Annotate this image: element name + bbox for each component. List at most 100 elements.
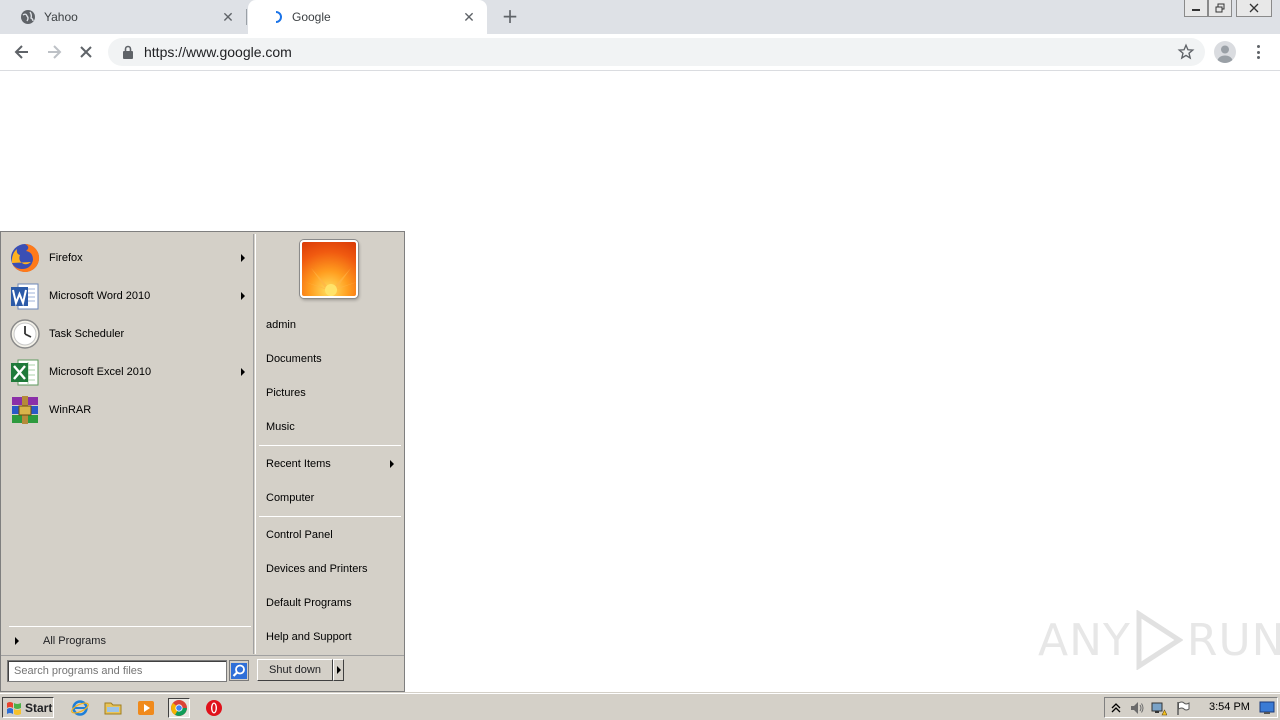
address-url: https://www.google.com [144, 44, 292, 60]
taskbar-chrome-button[interactable] [168, 698, 190, 718]
start-place-control-panel[interactable]: Control Panel [266, 525, 400, 545]
show-desktop-button[interactable] [1259, 700, 1275, 716]
start-place-label: Recent Items [266, 458, 331, 470]
profile-avatar-icon[interactable] [1214, 41, 1236, 63]
submenu-arrow-icon [241, 254, 245, 262]
start-place-label: Documents [266, 353, 322, 365]
start-label: Start [25, 700, 53, 715]
tab-title: Yahoo [44, 10, 78, 24]
menu-divider [259, 516, 401, 517]
start-item-excel[interactable]: Microsoft Excel 2010 [9, 353, 253, 391]
stop-icon [80, 46, 92, 58]
arrow-right-icon [336, 666, 341, 674]
windows-logo-icon [7, 701, 21, 715]
browser-toolbar: https://www.google.com [0, 34, 1280, 71]
start-item-firefox[interactable]: Firefox [9, 239, 253, 277]
action-center-button[interactable] [1175, 700, 1191, 716]
address-bar[interactable]: https://www.google.com [108, 38, 1205, 66]
chevron-up-icon [1111, 703, 1121, 713]
start-place-computer[interactable]: Computer [266, 488, 400, 508]
start-item-word[interactable]: Microsoft Word 2010 [9, 277, 253, 315]
search-button[interactable] [229, 660, 249, 681]
watermark-text: ANY [1038, 614, 1131, 666]
start-button[interactable]: Start [2, 697, 54, 718]
all-programs-button[interactable]: All Programs [11, 632, 251, 650]
start-place-documents[interactable]: Documents [266, 349, 400, 369]
close-icon[interactable]: ✕ [461, 9, 477, 26]
winrar-icon [12, 396, 38, 424]
start-place-pictures[interactable]: Pictures [266, 383, 400, 403]
bookmark-star-icon[interactable] [1177, 43, 1195, 61]
menu-divider [259, 445, 401, 446]
clock[interactable]: 3:54 PM [1209, 701, 1250, 713]
media-player-icon [138, 701, 154, 715]
new-tab-button[interactable]: + [498, 5, 522, 29]
start-place-label: Computer [266, 492, 315, 504]
firefox-icon [11, 243, 40, 272]
tab-yahoo[interactable]: Yahoo ✕ [0, 0, 246, 34]
taskbar-media-player-button[interactable] [135, 698, 157, 718]
submenu-arrow-icon [390, 460, 394, 468]
start-place-label: Default Programs [266, 597, 352, 609]
flag-icon [1177, 701, 1190, 715]
restore-button[interactable] [1208, 0, 1232, 17]
volume-button[interactable] [1129, 700, 1145, 716]
start-menu-programs-panel: Firefox Microsoft Word 2010 Task Schedul… [3, 234, 253, 654]
shut-down-options-button[interactable] [333, 659, 344, 681]
word-icon [11, 283, 39, 310]
start-place-label: Help and Support [266, 631, 352, 643]
stop-button[interactable] [74, 40, 98, 64]
tab-divider [246, 9, 247, 25]
search-icon [231, 662, 247, 679]
lock-icon [123, 45, 133, 59]
user-avatar[interactable] [300, 240, 358, 298]
folder-icon [104, 702, 122, 715]
tab-strip: Yahoo ✕ Google ✕ + [0, 0, 1280, 34]
tab-google[interactable]: Google ✕ [248, 0, 487, 34]
start-place-label: admin [266, 319, 296, 331]
arrow-right-icon [48, 45, 62, 59]
loading-spinner-icon [275, 11, 282, 23]
start-place-admin[interactable]: admin [266, 315, 400, 335]
watermark-logo: ANY RUN [1038, 608, 1280, 672]
start-item-task-scheduler[interactable]: Task Scheduler [9, 315, 253, 353]
restore-icon [1215, 3, 1225, 13]
excel-icon [11, 359, 39, 386]
start-place-music[interactable]: Music [266, 417, 400, 437]
start-item-label: WinRAR [49, 404, 92, 416]
all-programs-label: All Programs [43, 635, 106, 647]
start-item-label: Task Scheduler [49, 328, 125, 340]
taskbar-ie-button[interactable] [69, 698, 91, 718]
minimize-button[interactable] [1184, 0, 1208, 17]
minimize-icon [1192, 9, 1200, 11]
close-icon[interactable]: ✕ [220, 9, 236, 26]
window-close-button[interactable] [1236, 0, 1272, 17]
back-button[interactable] [10, 40, 34, 64]
forward-button[interactable] [42, 40, 66, 64]
submenu-arrow-icon [241, 368, 245, 376]
menu-divider [9, 626, 251, 627]
speaker-icon [1131, 702, 1144, 714]
taskbar: Start 3:54 PM [0, 693, 1280, 720]
start-place-devices-printers[interactable]: Devices and Printers [266, 559, 400, 579]
start-place-help-support[interactable]: Help and Support [266, 627, 400, 647]
start-place-label: Control Panel [266, 529, 333, 541]
show-hidden-icons-button[interactable] [1108, 700, 1124, 716]
shut-down-button[interactable]: Shut down [257, 659, 333, 681]
start-place-recent-items[interactable]: Recent Items [266, 454, 400, 474]
menu-divider [253, 234, 254, 654]
close-icon [1249, 3, 1259, 13]
start-place-default-programs[interactable]: Default Programs [266, 593, 400, 613]
browser-menu-icon[interactable] [1250, 42, 1266, 62]
network-warning-icon [1151, 702, 1167, 716]
start-item-label: Firefox [49, 252, 83, 264]
play-icon [1136, 610, 1183, 670]
search-programs-input[interactable] [7, 660, 227, 682]
taskbar-opera-button[interactable] [203, 698, 225, 718]
tab-title: Google [292, 10, 331, 24]
arrow-right-icon [15, 637, 19, 645]
taskbar-explorer-button[interactable] [102, 698, 124, 718]
start-place-label: Pictures [266, 387, 306, 399]
network-button[interactable] [1151, 700, 1167, 716]
start-item-winrar[interactable]: WinRAR [9, 391, 253, 429]
